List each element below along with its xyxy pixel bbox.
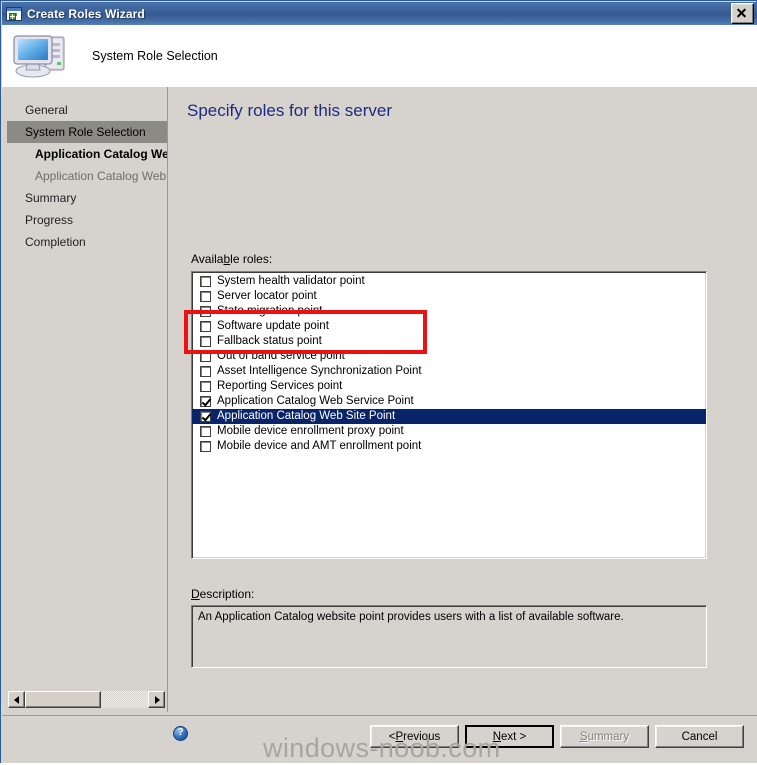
previous-button[interactable]: < Previous [370,725,459,748]
sidebar-item-app-catalog-web-service[interactable]: Application Catalog Web Se [7,143,167,165]
role-checkbox[interactable] [200,276,211,287]
summary-button: Summary [560,725,649,748]
scroll-right-icon[interactable] [148,691,165,708]
role-checkbox[interactable] [200,441,211,452]
sidebar-item-general[interactable]: General [7,99,167,121]
role-checkbox[interactable] [200,291,211,302]
next-button[interactable]: Next > [465,725,554,748]
sidebar-item-completion[interactable]: Completion [7,231,167,253]
role-row-fallback-status-point[interactable]: Fallback status point [192,334,706,349]
wizard-steps-panel: General System Role Selection Applicatio… [7,87,168,712]
role-checkbox[interactable] [200,411,211,422]
header-title: System Role Selection [92,49,218,63]
sidebar-item-app-catalog-web-site[interactable]: Application Catalog Web Sit [7,165,167,187]
help-icon[interactable]: ? [173,726,188,741]
role-row-out-of-band-service-point[interactable]: Out of band service point [192,349,706,364]
sidebar-horizontal-scrollbar[interactable] [8,691,165,708]
content-pane: Specify roles for this server Available … [174,87,752,712]
role-checkbox[interactable] [200,396,211,407]
wizard-steps-list: General System Role Selection Applicatio… [7,99,167,253]
page-title: Specify roles for this server [187,101,393,120]
role-row-application-catalog-web-site-point[interactable]: Application Catalog Web Site Point [192,409,706,424]
wizard-body: General System Role Selection Applicatio… [2,87,757,715]
scrollbar-thumb[interactable] [25,691,102,708]
role-checkbox[interactable] [200,381,211,392]
role-row-system-health-validator-point[interactable]: System health validator point [192,274,706,289]
sidebar-item-summary[interactable]: Summary [7,187,167,209]
sidebar-item-system-role-selection[interactable]: System Role Selection [7,121,167,143]
close-button[interactable] [731,3,754,24]
role-checkbox[interactable] [200,321,211,332]
role-row-mobile-device-and-amt-enrollment-point[interactable]: Mobile device and AMT enrollment point [192,439,706,454]
role-checkbox[interactable] [200,336,211,347]
computer-icon [12,31,70,81]
role-checkbox[interactable] [200,351,211,362]
title-bar: Create Roles Wizard [2,2,757,25]
wizard-header: System Role Selection [2,25,757,87]
description-text: An Application Catalog website point pro… [198,611,624,623]
available-roles-label: Available roles: [191,252,273,266]
role-checkbox[interactable] [200,426,211,437]
footer-bar: ? < Previous Next > Summary Cancel [2,715,757,764]
role-checkbox[interactable] [200,306,211,317]
sidebar-item-progress[interactable]: Progress [7,209,167,231]
scroll-left-icon[interactable] [8,691,25,708]
role-row-mobile-device-enrollment-proxy-point[interactable]: Mobile device enrollment proxy point [192,424,706,439]
role-row-server-locator-point[interactable]: Server locator point [192,289,706,304]
scrollbar-track[interactable] [25,691,148,708]
description-label: Description: [191,587,255,601]
window-frame: Create Roles Wizard System Role Selectio… [0,0,757,765]
description-box: An Application Catalog website point pro… [191,605,707,668]
available-roles-listbox[interactable]: System health validator point Server loc… [191,271,707,559]
role-row-state-migration-point[interactable]: State migration point [192,304,706,319]
role-row-software-update-point[interactable]: Software update point [192,319,706,334]
role-row-application-catalog-web-service-point[interactable]: Application Catalog Web Service Point [192,394,706,409]
cancel-button[interactable]: Cancel [655,725,744,748]
create-roles-wizard-window: Create Roles Wizard System Role Selectio… [0,0,757,765]
wizard-window-icon [6,6,22,21]
window-title: Create Roles Wizard [27,6,145,21]
role-checkbox[interactable] [200,366,211,377]
wizard-button-row: < Previous Next > Summary Cancel [370,725,744,748]
role-row-asset-intelligence-synchronization-point[interactable]: Asset Intelligence Synchronization Point [192,364,706,379]
role-row-reporting-services-point[interactable]: Reporting Services point [192,379,706,394]
